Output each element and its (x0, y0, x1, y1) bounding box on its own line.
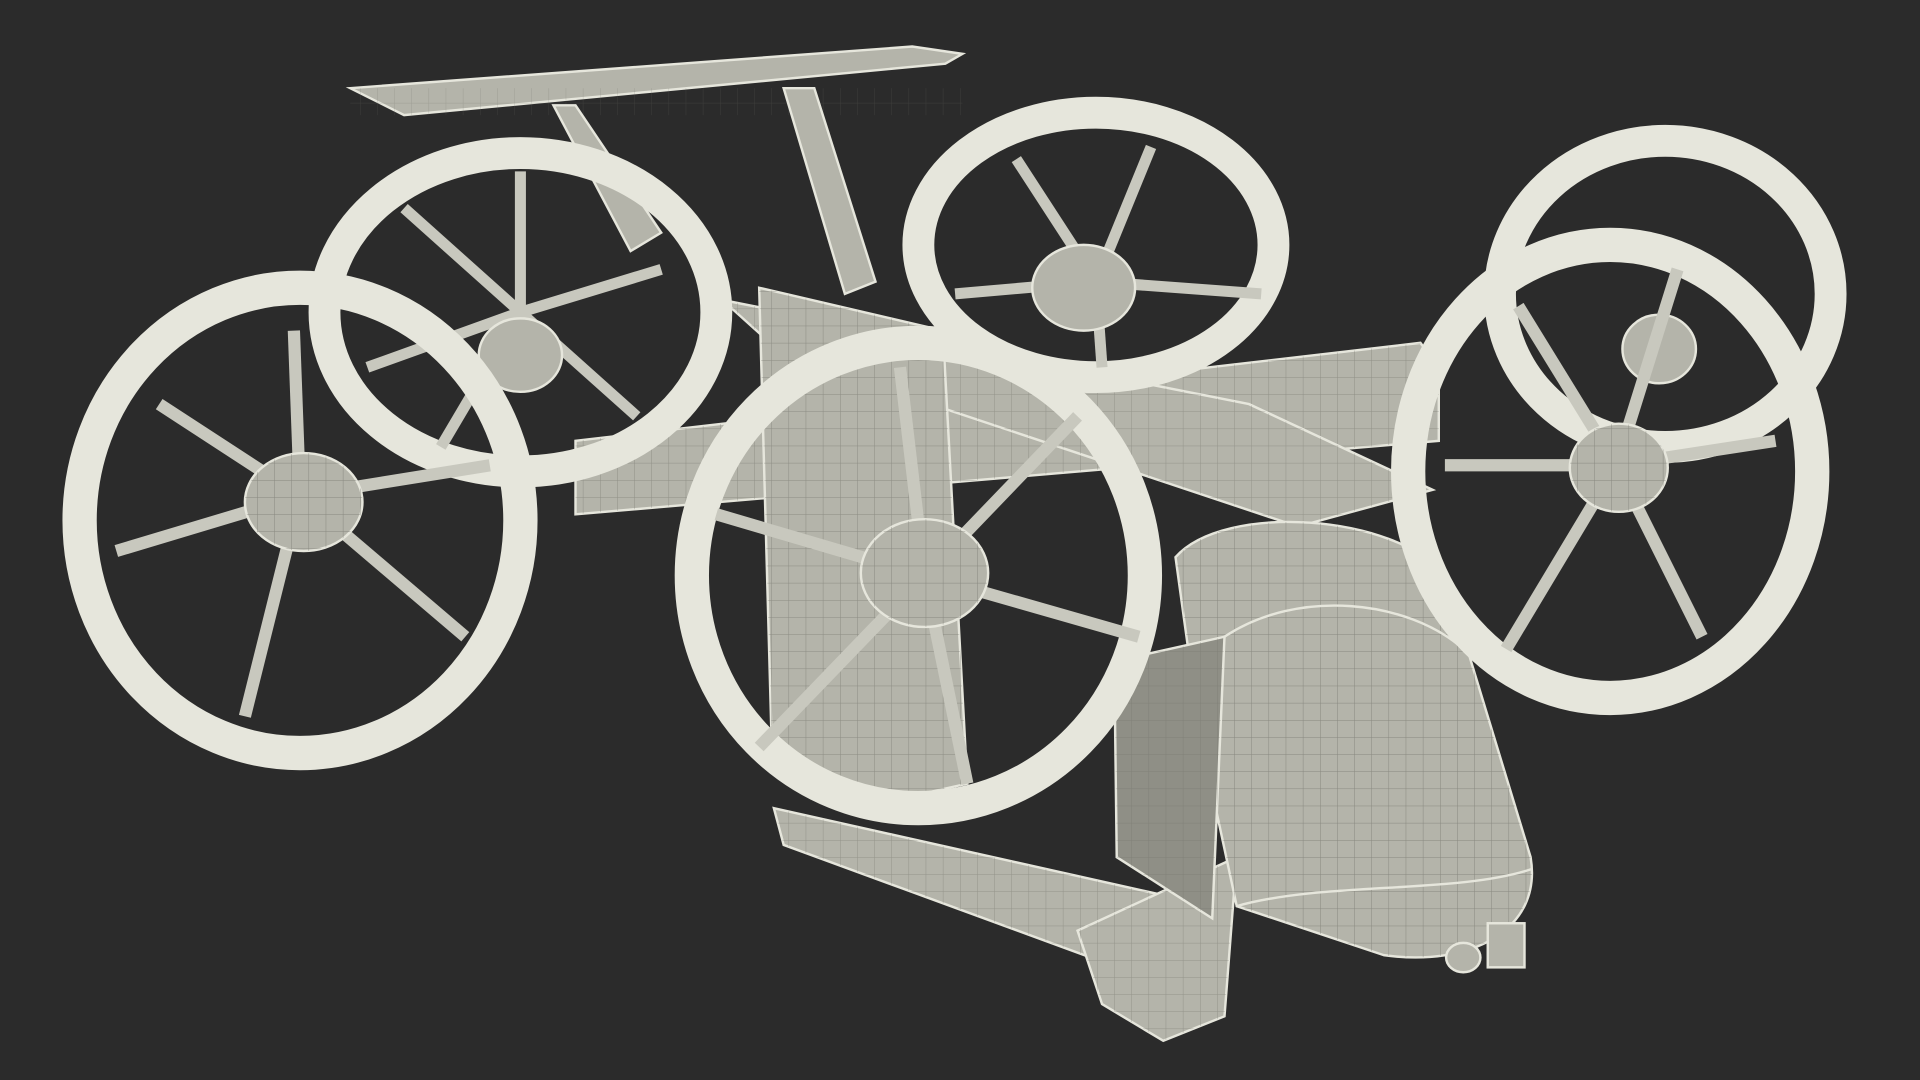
wireframe-aircraft-render (62, 45, 1847, 1043)
rotor-front-left (62, 270, 538, 771)
rotor-front-right (1391, 227, 1830, 716)
render-viewport (0, 0, 1920, 1080)
